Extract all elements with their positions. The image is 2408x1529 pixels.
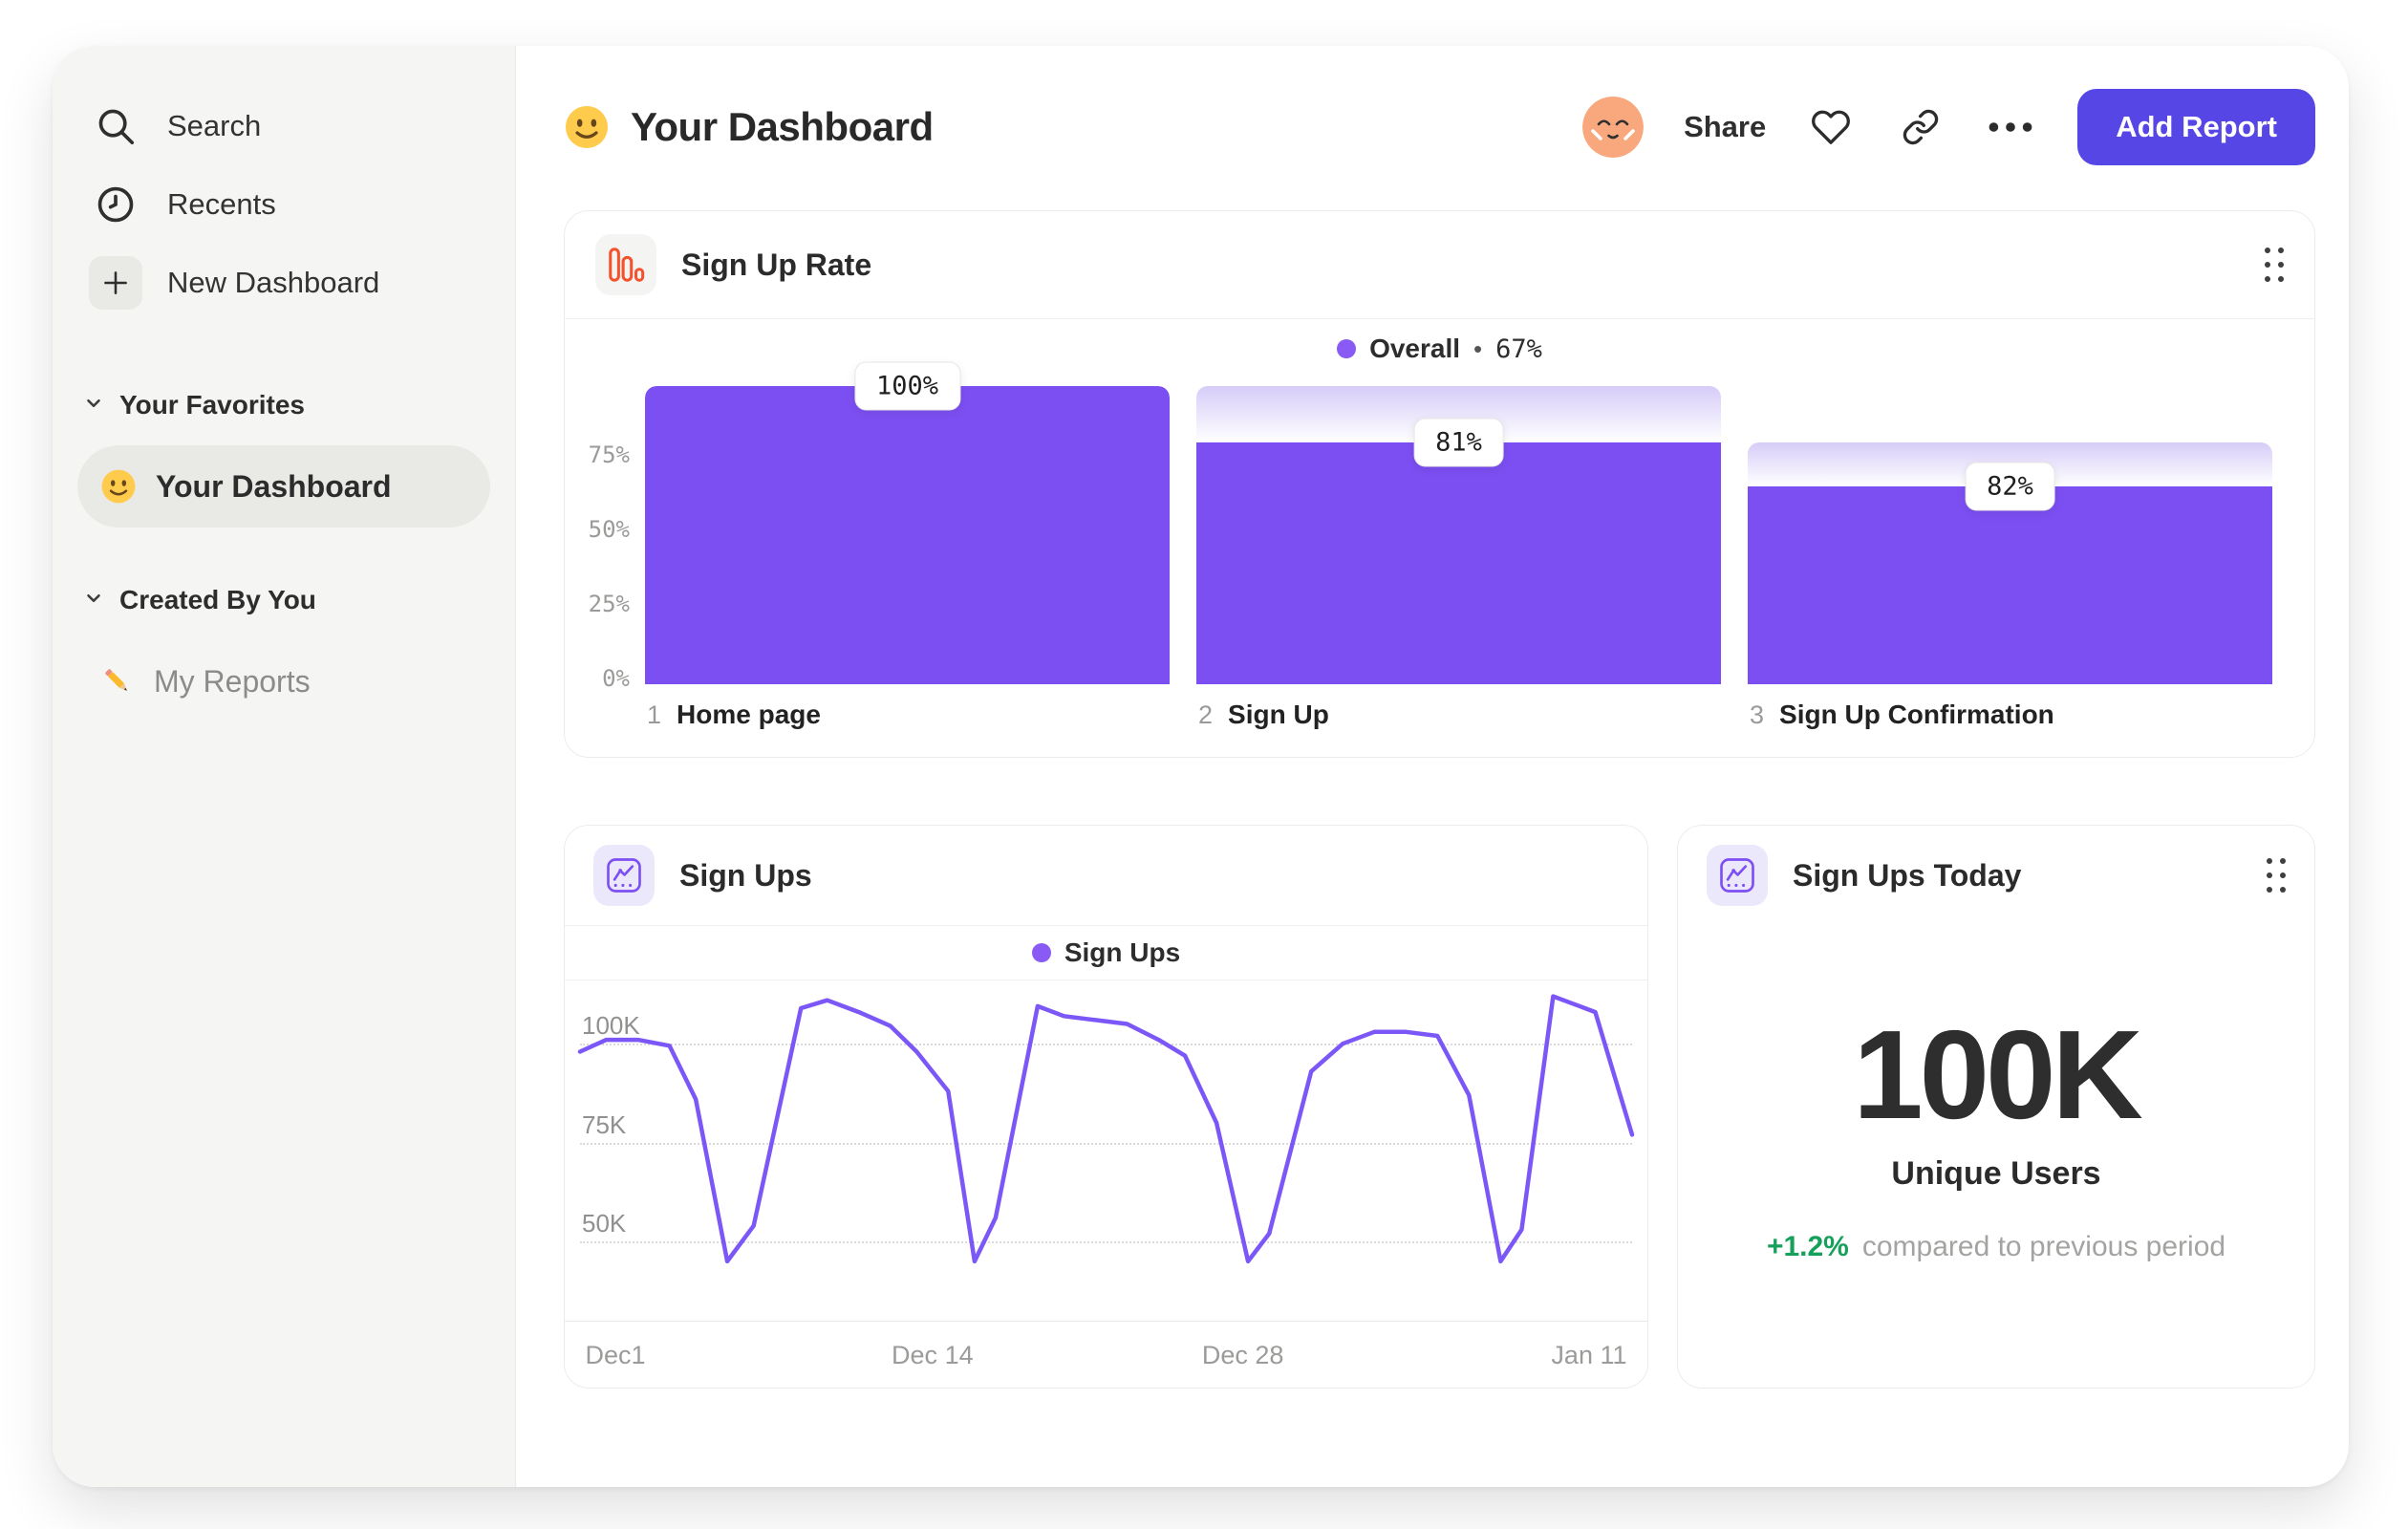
funnel-y-axis: 75% 50% 25% 0% bbox=[565, 386, 645, 692]
delta-value: +1.2% bbox=[1766, 1230, 1849, 1262]
copy-link-icon[interactable] bbox=[1896, 102, 1946, 152]
funnel-step-label: 1 Home page bbox=[647, 700, 821, 729]
sidebar-item-search[interactable]: Search bbox=[77, 96, 490, 157]
sign-up-rate-card: Sign Up Rate Overall • 67% 75% 50% 25% 0% 1… bbox=[564, 210, 2315, 758]
funnel-step-tooltip: 100% bbox=[853, 361, 961, 411]
funnel-step[interactable]: 82% 3 Sign Up Confirmation bbox=[1748, 386, 2272, 757]
sidebar-section-created-by-you: Created By You My Reports bbox=[77, 581, 490, 722]
section-title: Your Favorites bbox=[119, 390, 305, 420]
drag-handle-icon[interactable] bbox=[2265, 248, 2284, 282]
app-window: Search Recents New Dashboard Your Favori… bbox=[53, 46, 2349, 1487]
section-title: Created By You bbox=[119, 585, 316, 614]
delta-note: compared to previous period bbox=[1861, 1230, 2226, 1262]
plus-icon bbox=[89, 256, 142, 310]
big-number-label: Unique Users bbox=[1891, 1154, 2101, 1192]
sidebar-item-label: Recents bbox=[167, 187, 276, 221]
funnel-step-tooltip: 81% bbox=[1413, 418, 1504, 467]
card-title: Sign Ups Today bbox=[1793, 857, 2022, 893]
favorite-heart-icon[interactable] bbox=[1806, 102, 1856, 152]
sign-ups-today-card: Sign Ups Today 100K Unique Users +1.2% c… bbox=[1677, 825, 2315, 1389]
search-icon bbox=[89, 99, 142, 153]
share-button[interactable]: Share bbox=[1684, 110, 1766, 144]
drag-handle-icon[interactable] bbox=[2267, 858, 2286, 893]
legend-separator: • bbox=[1473, 334, 1483, 363]
sign-ups-today-body: 100K Unique Users +1.2% compared to prev… bbox=[1678, 925, 2314, 1388]
sign-ups-card-header: Sign Ups bbox=[565, 826, 1647, 925]
line-chart-icon bbox=[593, 845, 655, 906]
funnel-step-label: 2 Sign Up bbox=[1198, 700, 1329, 729]
card-title: Sign Ups bbox=[679, 857, 812, 893]
funnel-bars: 100% 1 Home page 81% 2 Sign Up 82% 3 Sign Up Con… bbox=[645, 361, 2272, 757]
line-chart-plot: 100K 75K 50K bbox=[577, 980, 1635, 1321]
page-header: Your Dashboard Share Add Report bbox=[564, 88, 2315, 166]
legend-dot-icon bbox=[1337, 339, 1357, 358]
funnel-y-tick: 50% bbox=[588, 516, 630, 543]
sidebar-item-my-reports[interactable]: My Reports bbox=[77, 640, 490, 722]
sidebar-item-label: My Reports bbox=[154, 663, 311, 699]
delta-row: +1.2% compared to previous period bbox=[1767, 1231, 2225, 1263]
sidebar: Search Recents New Dashboard Your Favori… bbox=[53, 46, 516, 1487]
chevron-down-icon bbox=[83, 588, 104, 614]
line-chart-x-labels: Dec1 Dec 14 Dec 28 Jan 11 bbox=[580, 1322, 1632, 1389]
line-chart-x-tick: Dec 14 bbox=[892, 1341, 974, 1369]
page-title: Your Dashboard bbox=[631, 104, 934, 149]
funnel-step-tooltip: 82% bbox=[1965, 462, 2055, 511]
sidebar-item-label: New Dashboard bbox=[167, 266, 380, 299]
add-report-button[interactable]: Add Report bbox=[2077, 89, 2315, 165]
funnel-step[interactable]: 81% 2 Sign Up bbox=[1196, 386, 1721, 757]
legend-label: Sign Ups bbox=[1064, 937, 1181, 967]
clock-icon bbox=[89, 178, 142, 231]
sign-ups-today-card-header: Sign Ups Today bbox=[1678, 826, 2314, 925]
sidebar-item-new-dashboard[interactable]: New Dashboard bbox=[77, 252, 490, 313]
sidebar-item-label: Search bbox=[167, 109, 262, 142]
funnel-step[interactable]: 100% 1 Home page bbox=[645, 361, 1170, 757]
funnel-chart: 75% 50% 25% 0% 100% 1 Home page 81% 2 Sign Up 82%… bbox=[565, 361, 2314, 757]
main-content: Your Dashboard Share Add Report Sign Up … bbox=[516, 46, 2349, 1487]
legend-dot-icon bbox=[1031, 943, 1051, 962]
card-title: Sign Up Rate bbox=[681, 247, 872, 282]
more-options-icon[interactable] bbox=[1986, 102, 2035, 152]
line-chart-x-tick: Jan 11 bbox=[1551, 1341, 1627, 1369]
sign-ups-line-series bbox=[577, 994, 1635, 1264]
legend-value: 67% bbox=[1495, 334, 1542, 364]
line-chart-icon bbox=[1707, 845, 1768, 906]
favorites-section-header[interactable]: Your Favorites bbox=[77, 386, 490, 424]
bar-chart-icon bbox=[595, 234, 656, 295]
sidebar-item-your-dashboard[interactable]: Your Dashboard bbox=[77, 445, 490, 528]
funnel-y-tick: 75% bbox=[588, 441, 630, 468]
legend-label: Overall bbox=[1369, 334, 1461, 363]
line-legend: Sign Ups bbox=[565, 926, 1647, 980]
sidebar-section-favorites: Your Favorites Your Dashboard bbox=[77, 386, 490, 528]
sidebar-item-label: Your Dashboard bbox=[156, 468, 392, 504]
smiley-face-icon bbox=[566, 106, 608, 148]
funnel-step-label: 3 Sign Up Confirmation bbox=[1750, 700, 2054, 729]
bottom-row: Sign Ups Sign Ups 100K 75K 50K Dec1 Dec 14 D… bbox=[564, 825, 2315, 1389]
sign-ups-card: Sign Ups Sign Ups 100K 75K 50K Dec1 Dec 14 D… bbox=[564, 825, 1648, 1389]
big-number-value: 100K bbox=[1853, 1003, 2143, 1145]
sidebar-item-recents[interactable]: Recents bbox=[77, 174, 490, 235]
line-chart-x-tick: Dec1 bbox=[585, 1341, 646, 1369]
sign-up-rate-card-header: Sign Up Rate bbox=[565, 211, 2314, 318]
funnel-y-tick: 25% bbox=[588, 591, 630, 617]
funnel-legend: Overall • 67% bbox=[565, 319, 2314, 378]
avatar[interactable] bbox=[1582, 97, 1645, 158]
line-chart-x-tick: Dec 28 bbox=[1201, 1341, 1284, 1369]
created-by-you-section-header[interactable]: Created By You bbox=[77, 581, 490, 619]
funnel-y-tick: 0% bbox=[602, 665, 630, 692]
header-actions: Share Add Report bbox=[1582, 89, 2315, 165]
smiley-face-icon bbox=[101, 469, 136, 504]
chevron-down-icon bbox=[83, 393, 104, 419]
pencil-icon bbox=[105, 669, 127, 691]
